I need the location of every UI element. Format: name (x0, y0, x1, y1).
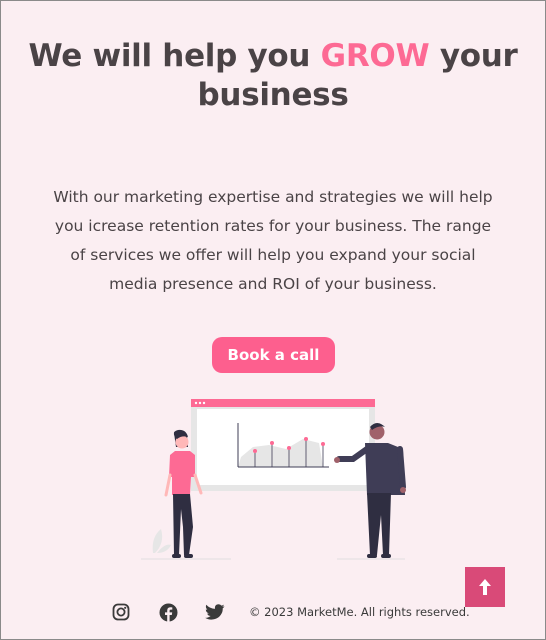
facebook-icon[interactable] (157, 601, 179, 623)
illustration-window-titlebar (191, 399, 375, 407)
growth-presentation-illustration (141, 399, 406, 560)
book-a-call-button[interactable]: Book a call (212, 337, 335, 373)
copyright-text: © 2023 MarketMe. All rights reserved. (249, 605, 470, 619)
instagram-icon[interactable] (110, 601, 132, 623)
hero-title-accent: GROW (320, 38, 430, 74)
hero-title-before: We will help you (28, 38, 321, 74)
arrow-up-icon (479, 579, 491, 595)
footer: © 2023 MarketMe. All rights reserved. (1, 601, 545, 625)
hero-title: We will help you GROW your business (1, 37, 545, 115)
illustration-window-body (197, 409, 369, 485)
hero-description: With our marketing expertise and strateg… (53, 188, 493, 293)
twitter-icon[interactable] (204, 601, 226, 623)
